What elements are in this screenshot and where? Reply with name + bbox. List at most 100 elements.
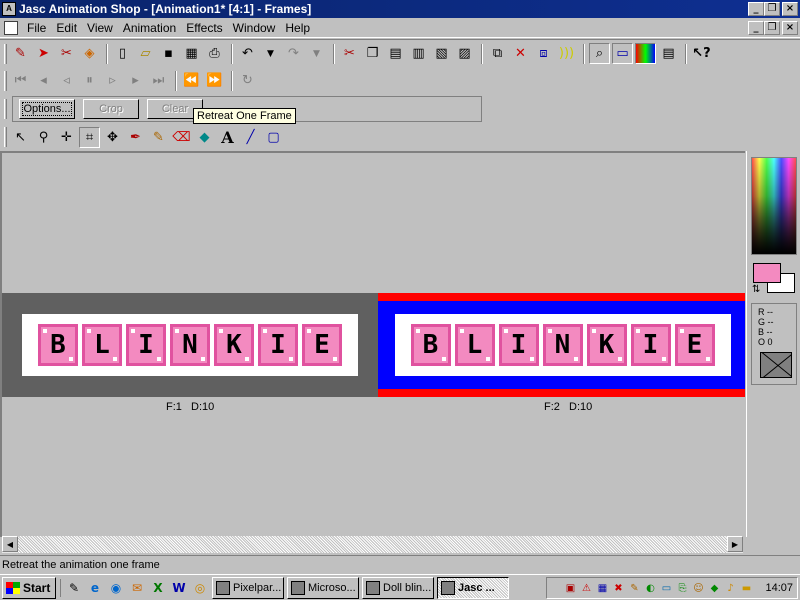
toolbar-grip[interactable] — [4, 43, 7, 64]
scroll-track[interactable] — [18, 536, 727, 553]
tray-volume-icon[interactable]: ♪ — [723, 581, 737, 595]
color-view-icon[interactable] — [635, 43, 656, 64]
pause-icon[interactable]: ⏸ — [79, 70, 100, 91]
doc-restore-button[interactable]: ❐ — [764, 21, 780, 35]
cut-icon[interactable]: ✂ — [339, 43, 360, 64]
move-tool-icon[interactable]: ✥ — [102, 127, 123, 148]
film-strip-icon[interactable]: ▤ — [658, 43, 679, 64]
paste-before-icon[interactable]: ▥ — [408, 43, 429, 64]
menu-edit[interactable]: Edit — [51, 21, 82, 35]
foreground-color-swatch[interactable] — [753, 263, 781, 283]
toolbar-grip[interactable] — [4, 70, 7, 91]
redo-dropdown-icon[interactable]: ▼ — [306, 43, 327, 64]
banner-wizard-icon[interactable]: ➤ — [33, 43, 54, 64]
crop-tool-icon[interactable]: ⌗ — [79, 126, 100, 148]
task-pixelpar[interactable]: Pixelpar... — [212, 576, 284, 599]
dropper-tool-icon[interactable]: ✒ — [125, 127, 146, 148]
menu-effects[interactable]: Effects — [181, 21, 227, 35]
frame-2[interactable]: B L I N K I E — [378, 293, 745, 397]
doc-close-button[interactable]: × — [782, 21, 798, 35]
doc-minimize-button[interactable]: _ — [748, 21, 764, 35]
first-frame-icon[interactable]: ⏮ — [10, 70, 31, 91]
tray-paint-icon[interactable]: ✎ — [627, 581, 641, 595]
internet-explorer-icon[interactable]: e — [86, 579, 104, 597]
eraser-tool-icon[interactable]: ⌫ — [171, 127, 192, 148]
rewind-icon[interactable]: ⏪ — [181, 70, 202, 91]
insert-frames-icon[interactable]: ⧉ — [487, 43, 508, 64]
mover-tool-icon[interactable]: ✛ — [56, 127, 77, 148]
arrow-tool-icon[interactable]: ↖ — [10, 127, 31, 148]
swap-colors-icon[interactable]: ⇅ — [752, 284, 760, 295]
retreat-one-frame-icon[interactable]: ◃ — [56, 70, 77, 91]
paintbrush-tool-icon[interactable]: ✎ — [148, 127, 169, 148]
help-icon[interactable]: ↖? — [691, 43, 712, 64]
line-tool-icon[interactable]: ╱ — [240, 127, 261, 148]
advance-icon[interactable]: ⏩ — [204, 70, 225, 91]
scroll-right-icon[interactable]: ▶ — [727, 536, 743, 552]
frames-workspace[interactable]: B L I N K I E B L I N K I E F:1 D:10 F:2… — [0, 151, 745, 537]
new-icon[interactable]: ▯ — [112, 43, 133, 64]
delete-frames-icon[interactable]: ✕ — [510, 43, 531, 64]
transparent-color-icon[interactable] — [760, 352, 792, 378]
menu-file[interactable]: File — [22, 21, 51, 35]
paste-icon[interactable]: ▤ — [385, 43, 406, 64]
frame-properties-icon[interactable]: ⧈ — [533, 43, 554, 64]
palette-icon[interactable]: ◈ — [79, 43, 100, 64]
crop-button[interactable]: Crop — [83, 99, 139, 119]
word-icon[interactable]: W — [170, 579, 188, 597]
tray-clip-icon[interactable]: ⎘ — [675, 581, 689, 595]
play-icon[interactable]: ▹ — [102, 70, 123, 91]
horizontal-scrollbar[interactable]: ◀ ▶ — [2, 536, 743, 553]
print-icon[interactable]: ⎙ — [204, 43, 225, 64]
shape-tool-icon[interactable]: ▢ — [263, 127, 284, 148]
undo-dropdown-icon[interactable]: ▼ — [260, 43, 281, 64]
last-frame-icon[interactable]: ⏭ — [148, 70, 169, 91]
animation-wizard-icon[interactable]: ✎ — [10, 43, 31, 64]
options-button[interactable]: Options... — [19, 99, 75, 119]
tray-people-icon[interactable]: ☺ — [691, 581, 705, 595]
outlook-icon[interactable]: ◉ — [107, 579, 125, 597]
save-icon[interactable]: ▪ — [158, 43, 179, 64]
app-icon[interactable]: A — [2, 2, 16, 16]
save-all-icon[interactable]: ▦ — [181, 43, 202, 64]
scroll-left-icon[interactable]: ◀ — [2, 536, 18, 552]
clock[interactable]: 14:07 — [765, 582, 793, 594]
view-animation-icon[interactable]: ))) — [556, 43, 577, 64]
tray-tools-icon[interactable]: ✖ — [611, 581, 625, 595]
close-button[interactable]: × — [782, 2, 798, 16]
open-icon[interactable]: ▱ — [135, 43, 156, 64]
minimize-button[interactable]: _ — [748, 2, 764, 16]
zoom-icon[interactable]: ⌕ — [589, 43, 610, 64]
zoom-tool-icon[interactable]: ⚲ — [33, 127, 54, 148]
frame-view-icon[interactable]: ▭ — [612, 43, 633, 64]
redo-icon[interactable]: ↷ — [283, 43, 304, 64]
toolbar-grip[interactable] — [4, 99, 7, 119]
refresh-icon[interactable]: ↻ — [237, 70, 258, 91]
start-button[interactable]: Start — [2, 576, 56, 599]
frame-1[interactable]: B L I N K I E — [2, 293, 378, 397]
previous-frame-icon[interactable]: ◂ — [33, 70, 54, 91]
color-spectrum[interactable] — [751, 157, 797, 255]
task-doll-blinkie[interactable]: Doll blin... — [362, 576, 434, 599]
tray-antivirus-icon[interactable]: ⚠ — [579, 581, 593, 595]
edit-icon[interactable]: ✎ — [65, 579, 83, 597]
menu-window[interactable]: Window — [228, 21, 281, 35]
toolbar-grip[interactable] — [4, 127, 7, 147]
undo-icon[interactable]: ↶ — [237, 43, 258, 64]
tray-folder-icon[interactable]: ▬ — [739, 581, 753, 595]
text-tool-icon[interactable]: A — [217, 127, 238, 148]
optimization-wizard-icon[interactable]: ✂ — [56, 43, 77, 64]
next-frame-icon[interactable]: ▸ — [125, 70, 146, 91]
menu-animation[interactable]: Animation — [118, 21, 181, 35]
menu-view[interactable]: View — [82, 21, 118, 35]
task-jasc[interactable]: Jasc ... — [437, 576, 509, 599]
copy-icon[interactable]: ❐ — [362, 43, 383, 64]
paste-after-icon[interactable]: ▧ — [431, 43, 452, 64]
tray-app-icon[interactable]: ▣ — [563, 581, 577, 595]
tray-sound-icon[interactable]: ◐ — [643, 581, 657, 595]
tray-network-icon[interactable]: ▦ — [595, 581, 609, 595]
paste-into-icon[interactable]: ▨ — [454, 43, 475, 64]
mail-icon[interactable]: ✉ — [128, 579, 146, 597]
restore-button[interactable]: ❐ — [764, 2, 780, 16]
document-icon[interactable] — [4, 20, 18, 35]
